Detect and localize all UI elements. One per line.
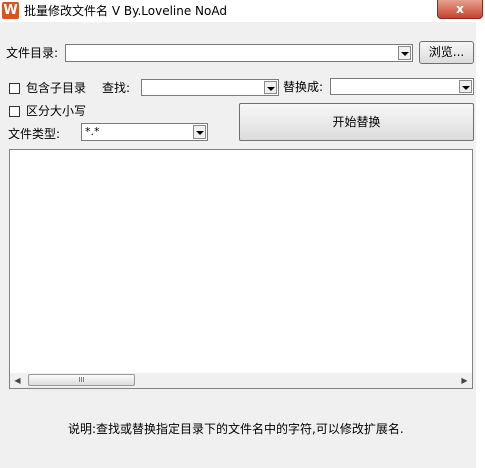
app-icon: W	[2, 2, 19, 19]
file-type-value: *.*	[85, 125, 100, 138]
find-combobox[interactable]	[141, 79, 279, 96]
case-sensitive-label: 区分大小写	[26, 104, 87, 118]
find-dropdown-icon[interactable]	[264, 81, 277, 94]
scroll-right-arrow-icon[interactable]: ▶	[457, 373, 472, 388]
window-edge	[476, 22, 485, 468]
description-text: 说明:查找或替换指定目录下的文件名中的字符,可以修改扩展名.	[68, 422, 404, 436]
dir-dropdown-icon[interactable]	[398, 46, 411, 60]
dir-label: 文件目录:	[6, 46, 59, 60]
find-label: 查找:	[102, 81, 131, 95]
include-subdir-label: 包含子目录	[26, 81, 87, 95]
file-list[interactable]	[9, 149, 473, 389]
file-type-dropdown-icon[interactable]	[193, 125, 206, 139]
file-type-combobox[interactable]: *.*	[81, 123, 208, 141]
scroll-left-arrow-icon[interactable]: ◀	[10, 373, 25, 388]
scroll-thumb[interactable]: III	[28, 374, 135, 386]
file-type-label: 文件类型:	[8, 127, 61, 141]
browse-button[interactable]: 浏览...	[419, 41, 474, 64]
start-replace-button[interactable]: 开始替换	[239, 103, 474, 141]
replace-dropdown-icon[interactable]	[459, 80, 472, 93]
replace-label: 替换成:	[283, 80, 324, 94]
horizontal-scrollbar[interactable]: ◀ III ▶	[10, 373, 472, 388]
case-sensitive-checkbox[interactable]	[9, 106, 20, 117]
window-title: 批量修改文件名 V By.Loveline NoAd	[24, 4, 227, 18]
dir-combobox[interactable]	[65, 44, 413, 62]
title-bar[interactable]: W 批量修改文件名 V By.Loveline NoAd x	[0, 0, 485, 22]
replace-combobox[interactable]	[330, 78, 474, 95]
include-subdir-checkbox[interactable]	[9, 83, 20, 94]
close-button[interactable]: x	[437, 0, 483, 19]
